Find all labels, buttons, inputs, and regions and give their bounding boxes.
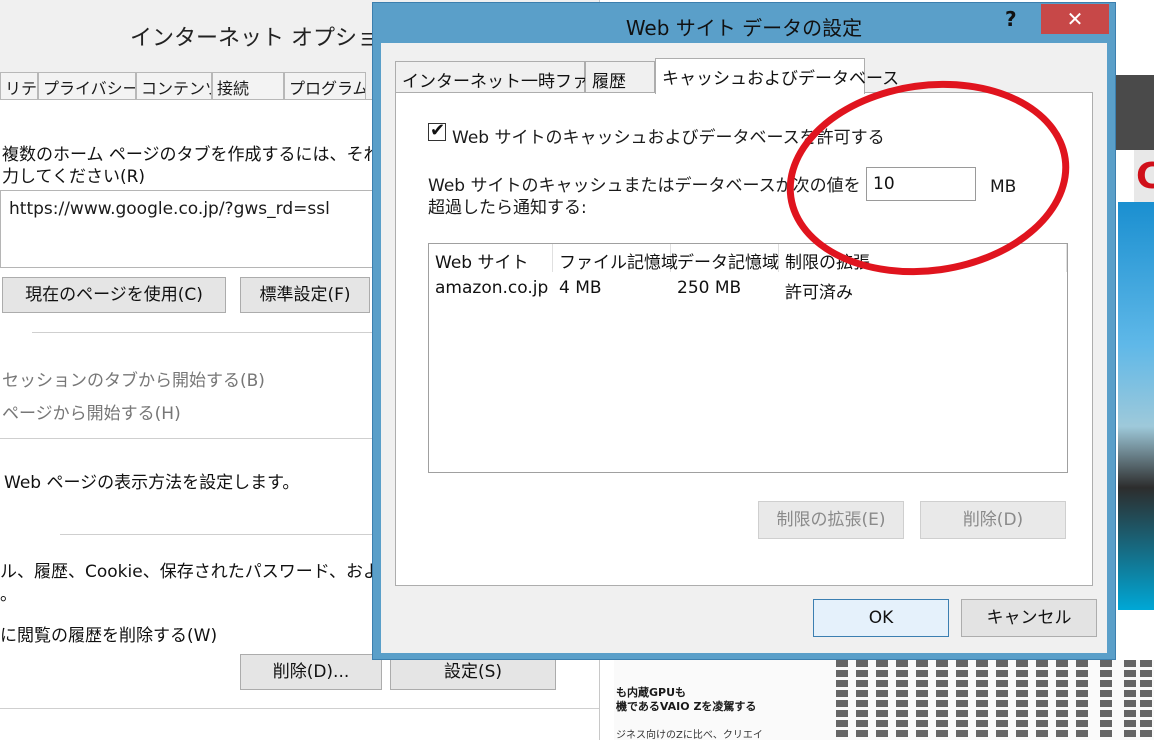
- magazine-laptop-photo: [1118, 202, 1154, 610]
- divider: [0, 708, 599, 709]
- cache-limit-input[interactable]: [866, 167, 976, 201]
- cancel-button[interactable]: キャンセル: [961, 599, 1097, 637]
- magazine-logo: C: [1134, 150, 1154, 202]
- cell-file-storage: 4 MB: [559, 278, 602, 298]
- magazine-text-column: [896, 660, 908, 740]
- magazine-text-column: [976, 660, 988, 740]
- allow-cache-checkbox[interactable]: ✔: [428, 120, 446, 141]
- tab-temporary-internet-files[interactable]: インターネット一時ファイル: [395, 61, 623, 93]
- magazine-text-column: [1140, 660, 1152, 740]
- tab-caches-and-databases[interactable]: キャッシュおよびデータベース: [655, 58, 899, 94]
- tabs-description: Web ページの表示方法を設定します。: [4, 473, 300, 493]
- history-description-2: 。: [0, 585, 17, 605]
- column-header-limit-extension[interactable]: 制限の拡張: [779, 244, 1067, 273]
- magazine-text-column: [956, 660, 968, 740]
- magazine-headline-2: 機であるVAIO Zを凌駕する: [616, 700, 757, 713]
- history-description: ル、履歴、Cookie、保存されたパスワード、および W: [0, 562, 420, 582]
- magazine-logo-letter: C: [1136, 156, 1154, 197]
- delete-button[interactable]: 削除(D): [920, 501, 1066, 539]
- cache-limit-unit: MB: [990, 177, 1017, 197]
- divider: [32, 332, 372, 333]
- tab-content[interactable]: コンテンツ: [136, 72, 212, 100]
- tab-history[interactable]: 履歴: [585, 61, 655, 93]
- close-button[interactable]: ✕: [1041, 4, 1109, 34]
- magazine-text-column: [836, 660, 848, 740]
- tab-programs[interactable]: プログラム: [284, 72, 366, 100]
- home-page-instructions-2: 力してください(R): [2, 167, 146, 187]
- dialog-title: Web サイト データの設定: [625, 16, 863, 40]
- tab-security[interactable]: リティ: [0, 72, 38, 100]
- allow-cache-label[interactable]: Web サイトのキャッシュおよびデータベースを許可する: [452, 123, 885, 148]
- dialog-titlebar[interactable]: Web サイト データの設定 ? ✕: [373, 3, 1115, 43]
- magazine-text-column: [1016, 660, 1028, 740]
- magazine-text-column: [1076, 660, 1088, 740]
- delete-history-button[interactable]: 削除(D)...: [240, 654, 382, 690]
- home-page-url: https://www.google.co.jp/?gws_rd=ssl: [9, 199, 330, 219]
- divider: [0, 438, 372, 439]
- column-header-data-storage[interactable]: データ記憶域: [671, 244, 779, 273]
- start-with-home-option[interactable]: ページから開始する(H): [2, 399, 181, 424]
- column-header-website[interactable]: Web サイト: [429, 244, 553, 273]
- ok-button[interactable]: OK: [813, 599, 949, 637]
- cell-limit-extension: 許可済み: [785, 283, 853, 303]
- column-header-file-storage[interactable]: ファイル記憶域: [553, 244, 678, 273]
- use-default-button[interactable]: 標準設定(F): [240, 277, 370, 313]
- tab-connections[interactable]: 接続: [212, 72, 284, 100]
- internet-options-title: インターネット オプション: [130, 26, 401, 51]
- magazine-text-column: [1056, 660, 1068, 740]
- magazine-text-column: [876, 660, 888, 740]
- notify-threshold-label-2: 超過したら通知する:: [428, 198, 587, 218]
- checkmark-icon: ✔: [430, 120, 446, 141]
- home-page-url-textarea[interactable]: https://www.google.co.jp/?gws_rd=ssl: [0, 190, 380, 268]
- magazine-text-column: [996, 660, 1008, 740]
- delete-history-on-exit-checkbox[interactable]: に閲覧の履歴を削除する(W): [0, 621, 217, 646]
- magazine-text-column: [936, 660, 948, 740]
- help-icon[interactable]: ?: [1005, 7, 1017, 31]
- cell-data-storage: 250 MB: [677, 278, 742, 298]
- website-storage-list[interactable]: Web サイト ファイル記憶域 データ記憶域 制限の拡張 amazon.co.j…: [428, 243, 1068, 473]
- magazine-text-column: [1100, 660, 1112, 740]
- dialog-body: インターネット一時ファイル 履歴 キャッシュおよびデータベース ✔ Web サイ…: [381, 43, 1107, 653]
- magazine-text-column: [1036, 660, 1048, 740]
- website-data-settings-dialog: Web サイト データの設定 ? ✕ インターネット一時ファイル 履歴 キャッシ…: [372, 2, 1116, 660]
- magazine-text-column: [856, 660, 868, 740]
- magazine-dark-block: [1115, 75, 1154, 150]
- expand-limit-button[interactable]: 制限の拡張(E): [758, 501, 904, 539]
- cell-website: amazon.co.jp: [435, 278, 549, 298]
- caches-databases-panel: ✔ Web サイトのキャッシュおよびデータベースを許可する Web サイトのキャ…: [395, 92, 1093, 586]
- magazine-text-column: [916, 660, 928, 740]
- use-current-button[interactable]: 現在のページを使用(C): [2, 277, 226, 313]
- close-icon: ✕: [1066, 7, 1084, 31]
- start-with-tabs-option[interactable]: セッションのタブから開始する(B): [2, 366, 265, 391]
- tab-privacy[interactable]: プライバシー: [38, 72, 136, 100]
- magazine-text-column: [1124, 660, 1136, 740]
- magazine-body-text: ジネス向けのZに比べ、クリエイ: [616, 730, 763, 740]
